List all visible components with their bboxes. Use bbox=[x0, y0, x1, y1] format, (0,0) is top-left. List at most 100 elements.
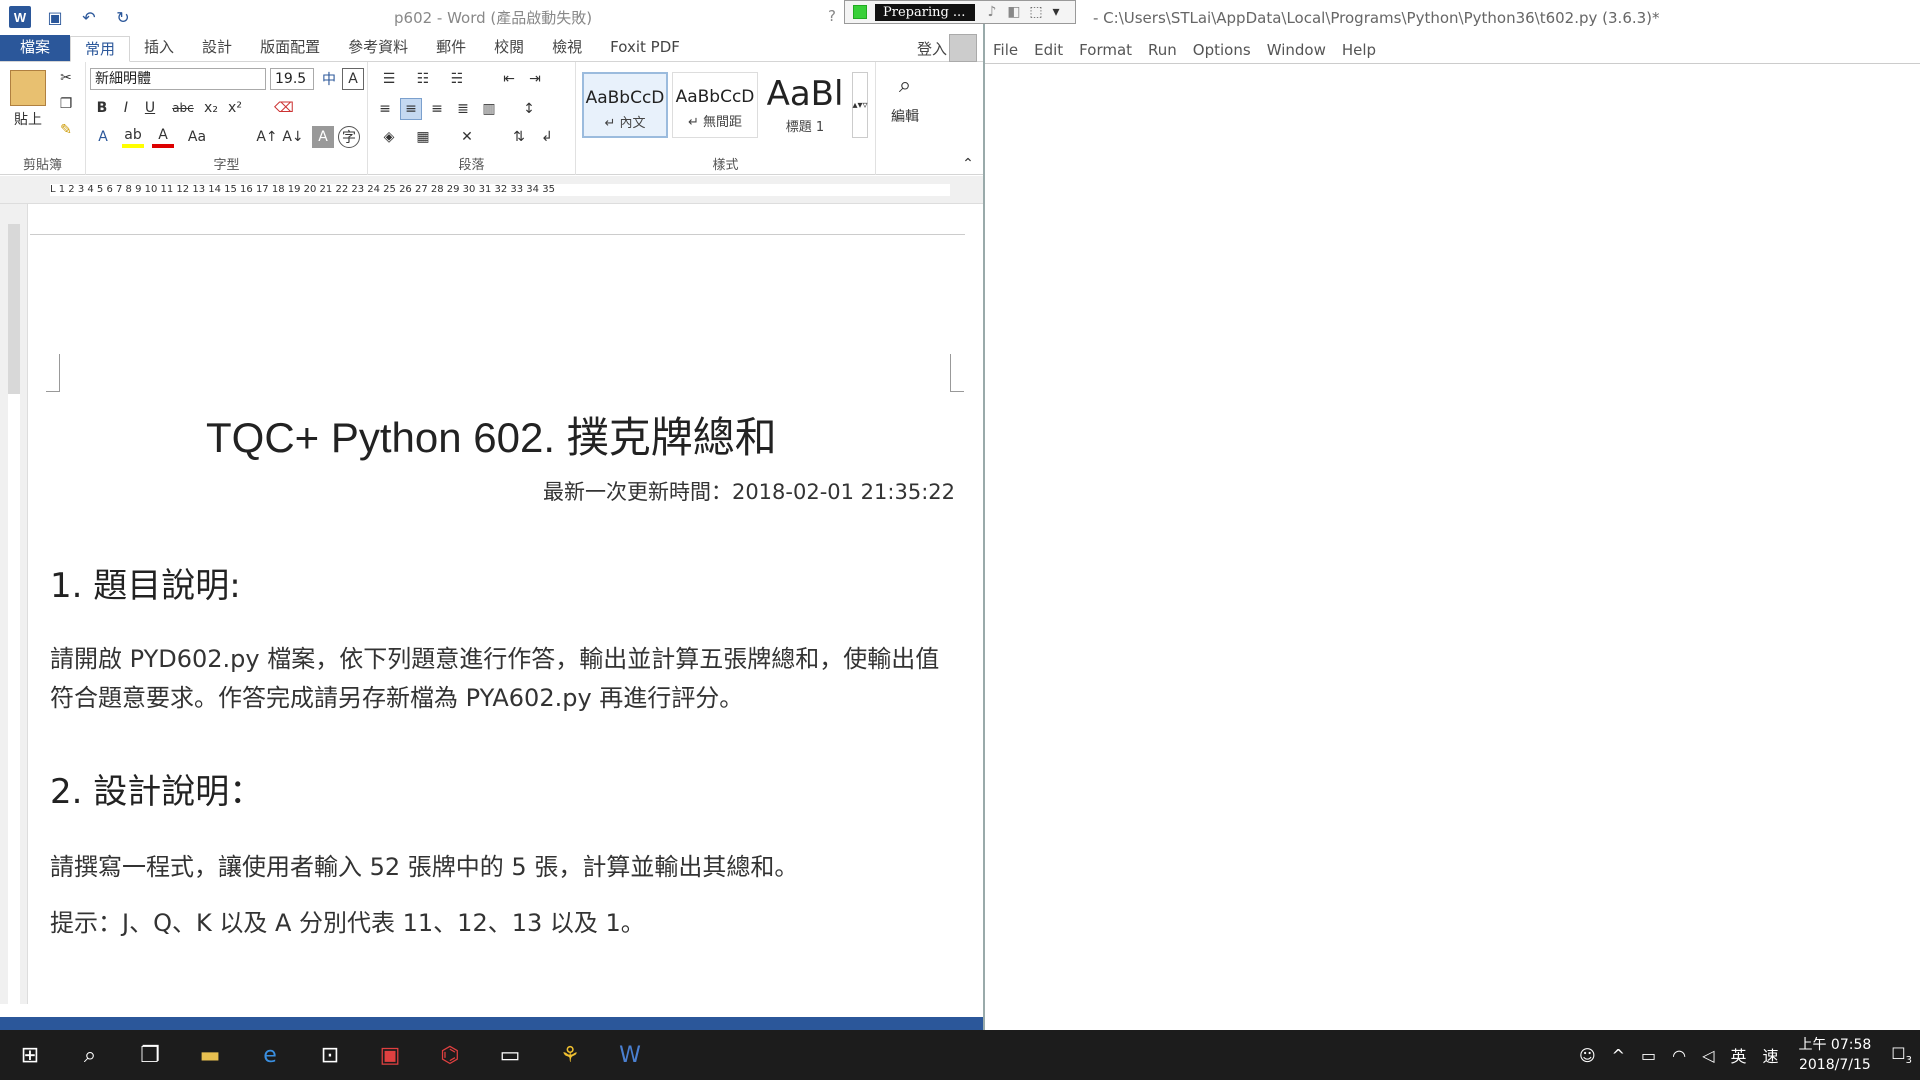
tab-review[interactable]: 校閱 bbox=[480, 35, 538, 61]
save-icon[interactable]: ▣ bbox=[45, 7, 65, 27]
justify-icon[interactable]: ≣ bbox=[452, 98, 474, 120]
distributed-icon[interactable]: ▥ bbox=[478, 98, 500, 120]
avatar[interactable] bbox=[949, 34, 977, 62]
borders-icon[interactable]: ▦ bbox=[408, 126, 438, 148]
align-right-icon[interactable]: ≡ bbox=[426, 98, 448, 120]
shading-icon[interactable]: ◈ bbox=[374, 126, 404, 148]
ime-indicator[interactable]: 速 bbox=[1762, 1043, 1778, 1067]
python-icon[interactable]: ⚘ bbox=[540, 1030, 600, 1080]
font-color-icon[interactable]: A bbox=[152, 126, 174, 148]
volume-icon[interactable]: ◁ bbox=[1702, 1046, 1714, 1065]
horizontal-ruler[interactable]: L 1 2 3 4 5 6 7 8 9 10 11 12 13 14 15 16… bbox=[0, 176, 983, 204]
start-icon[interactable]: ⊞ bbox=[0, 1030, 60, 1080]
vertical-ruler[interactable] bbox=[0, 204, 28, 1004]
task-view-icon[interactable]: ❐ bbox=[120, 1030, 180, 1080]
underline-button[interactable]: U bbox=[140, 98, 160, 118]
code-editor-area[interactable] bbox=[985, 65, 1920, 1030]
enclose-char-icon[interactable]: 字 bbox=[338, 126, 360, 148]
font-name-select[interactable]: 新細明體 bbox=[90, 68, 266, 90]
document-date: 最新一次更新時間：2018-02-01 21:35:22 bbox=[542, 480, 955, 504]
search-icon[interactable]: ⌕ bbox=[60, 1030, 120, 1080]
cut-icon[interactable]: ✂ bbox=[56, 68, 76, 88]
paste-button[interactable]: 貼上 bbox=[8, 110, 48, 128]
tab-file[interactable]: 檔案 bbox=[0, 35, 71, 61]
text-effect-icon[interactable]: A bbox=[92, 126, 114, 148]
battery-icon[interactable]: ▭ bbox=[1641, 1046, 1656, 1065]
numbering-icon[interactable]: ☷ bbox=[408, 68, 438, 90]
people-icon[interactable]: ☺ bbox=[1579, 1046, 1596, 1065]
increase-indent-icon[interactable]: ⇥ bbox=[524, 68, 546, 90]
change-case-button[interactable]: Aa bbox=[182, 126, 212, 148]
menu-window[interactable]: Window bbox=[1259, 38, 1334, 63]
asian-layout-icon[interactable]: ✕ bbox=[452, 126, 482, 148]
style-normal[interactable]: AaBbCcD ↵ 內文 bbox=[582, 72, 668, 138]
word-taskbar-icon[interactable]: W bbox=[600, 1030, 660, 1080]
decrease-indent-icon[interactable]: ⇤ bbox=[498, 68, 520, 90]
microphone-icon[interactable]: ♪ bbox=[981, 4, 1003, 20]
copy-icon[interactable]: ❐ bbox=[56, 94, 76, 114]
shrink-font-icon[interactable]: A↓ bbox=[282, 126, 304, 148]
bold-button[interactable]: B bbox=[92, 98, 112, 118]
clipboard-group: 貼上 ✂ ❐ ✎ 剪貼簿 bbox=[0, 62, 86, 175]
menu-run[interactable]: Run bbox=[1140, 38, 1185, 63]
clock[interactable]: 上午 07:58 2018/7/15 bbox=[1798, 1035, 1871, 1075]
highlight-icon[interactable]: ab bbox=[122, 126, 144, 148]
multilevel-list-icon[interactable]: ☵ bbox=[442, 68, 472, 90]
font-size-select[interactable]: 19.5 bbox=[270, 68, 314, 90]
sort-icon[interactable]: ⇅ bbox=[508, 126, 530, 148]
notification-icon[interactable]: ☐3 bbox=[1891, 1044, 1912, 1066]
terminal-icon[interactable]: ▭ bbox=[480, 1030, 540, 1080]
undo-icon[interactable]: ↶ bbox=[79, 7, 99, 27]
redo-icon[interactable]: ↻ bbox=[113, 7, 133, 27]
find-icon[interactable]: ⌕ bbox=[890, 70, 920, 100]
menu-help[interactable]: Help bbox=[1334, 38, 1384, 63]
italic-button[interactable]: I bbox=[116, 98, 136, 118]
tab-mailings[interactable]: 郵件 bbox=[422, 35, 480, 61]
grow-font-icon[interactable]: A↑ bbox=[256, 126, 278, 148]
gift-icon[interactable]: ▣ bbox=[360, 1030, 420, 1080]
clear-format-icon[interactable]: ⌫ bbox=[274, 98, 294, 118]
bullets-icon[interactable]: ☰ bbox=[374, 68, 404, 90]
align-left-icon[interactable]: ≡ bbox=[374, 98, 396, 120]
menu-edit[interactable]: Edit bbox=[1026, 38, 1071, 63]
menu-options[interactable]: Options bbox=[1185, 38, 1259, 63]
collapse-ribbon-icon[interactable]: ⌃ bbox=[960, 156, 976, 172]
show-marks-icon[interactable]: ↲ bbox=[536, 126, 558, 148]
recorder-menu-icon[interactable]: ▾ bbox=[1047, 4, 1065, 20]
strikethrough-button[interactable]: abc bbox=[168, 98, 198, 118]
camera-icon[interactable]: ◧ bbox=[1003, 4, 1025, 20]
format-painter-icon[interactable]: ✎ bbox=[56, 120, 76, 140]
style-heading-1[interactable]: AaBl 標題 1 bbox=[762, 72, 848, 138]
align-center-icon[interactable]: ≡ bbox=[400, 98, 422, 120]
char-shading-icon[interactable]: A bbox=[312, 126, 334, 148]
tab-home[interactable]: 常用 bbox=[70, 36, 131, 62]
tab-view[interactable]: 檢視 bbox=[538, 35, 596, 61]
styles-scroll[interactable]: ▴▾▿ bbox=[852, 72, 868, 138]
tab-layout[interactable]: 版面配置 bbox=[246, 35, 334, 61]
phonetic-icon[interactable]: 中 bbox=[318, 68, 340, 90]
edge-icon[interactable]: e bbox=[240, 1030, 300, 1080]
language-indicator[interactable]: 英 bbox=[1730, 1043, 1746, 1067]
subscript-button[interactable]: x₂ bbox=[200, 98, 222, 118]
file-explorer-icon[interactable]: ▬ bbox=[180, 1030, 240, 1080]
signin-link[interactable]: 登入 bbox=[917, 38, 947, 59]
store-icon[interactable]: ⊡ bbox=[300, 1030, 360, 1080]
menu-file[interactable]: File bbox=[985, 38, 1026, 63]
char-border-icon[interactable]: A bbox=[342, 68, 364, 90]
chevron-up-icon[interactable]: ^ bbox=[1612, 1046, 1625, 1065]
tab-insert[interactable]: 插入 bbox=[130, 35, 188, 61]
pdf-icon[interactable]: ⌬ bbox=[420, 1030, 480, 1080]
wifi-icon[interactable]: ◠ bbox=[1672, 1046, 1686, 1065]
tab-design[interactable]: 設計 bbox=[188, 35, 246, 61]
tab-foxit[interactable]: Foxit PDF bbox=[596, 35, 694, 61]
style-no-spacing[interactable]: AaBbCcD ↵ 無間距 bbox=[672, 72, 758, 138]
tab-references[interactable]: 參考資料 bbox=[334, 35, 422, 61]
document-page[interactable]: TQC+ Python 602. 撲克牌總和 最新一次更新時間：2018-02-… bbox=[30, 204, 965, 1004]
region-icon[interactable]: ⬚ bbox=[1025, 4, 1047, 20]
line-spacing-icon[interactable]: ↕ bbox=[514, 98, 544, 120]
paste-icon[interactable] bbox=[10, 70, 46, 106]
superscript-button[interactable]: x² bbox=[224, 98, 246, 118]
editing-button[interactable]: 編輯 bbox=[880, 106, 930, 126]
help-button[interactable]: ? bbox=[828, 7, 836, 25]
menu-format[interactable]: Format bbox=[1071, 38, 1140, 63]
